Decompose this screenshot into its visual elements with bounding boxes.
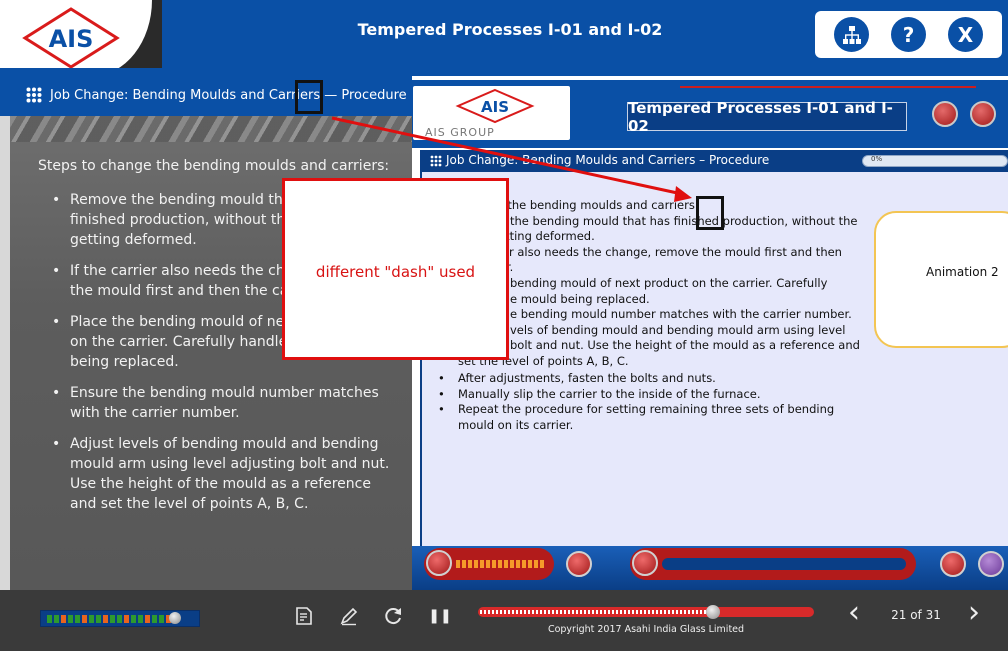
reference-list-item: After adjustments, fasten the bolts and … <box>438 371 868 387</box>
reference-seek-track <box>662 558 906 570</box>
reference-volume-pill <box>424 548 554 580</box>
next-button[interactable]: › <box>962 595 986 630</box>
left-edge <box>0 116 10 590</box>
step-line: Ensure the bending mould number matches <box>70 385 379 401</box>
reference-chat-icon <box>566 551 592 577</box>
close-icon: X <box>957 22 974 47</box>
volume-leds <box>47 615 171 623</box>
sitemap-icon <box>842 25 861 44</box>
screen: AIS Tempered Processes I-01 and I-02 ? X <box>0 0 1008 651</box>
step-line: Use the height of the mould as a referen… <box>70 476 371 492</box>
slide-heading-bar: Job Change: Bending Moulds and Carriers … <box>0 76 412 116</box>
callout-box: different "dash" used <box>282 178 509 360</box>
slide-heading: Job Change: Bending Moulds and Carriers … <box>50 88 407 103</box>
edit-button[interactable] <box>337 604 361 628</box>
reference-progress-label: 0% <box>871 155 883 163</box>
reference-edit-icon <box>932 101 958 127</box>
seek-played <box>480 610 713 614</box>
app-title: Tempered Processes I-01 and I-02 <box>357 20 663 39</box>
logo-panel: AIS <box>0 0 152 76</box>
reference-list-item: Repeat the procedure for setting remaini… <box>438 402 868 433</box>
grid-menu-icon[interactable] <box>26 87 42 103</box>
reference-list: After adjustments, fasten the bolts and … <box>438 371 868 433</box>
volume-slider[interactable] <box>40 610 200 627</box>
copyright-text: Copyright 2017 Asahi India Glass Limited <box>547 624 745 635</box>
reference-prev-icon <box>978 551 1004 577</box>
step-line: and set the level of points A, B, C. <box>70 496 309 512</box>
dash-marker-right <box>696 196 724 230</box>
step-line: Adjust levels of bending mould and bendi… <box>70 436 379 452</box>
pause-button[interactable]: ❚❚ <box>428 604 452 628</box>
pause-icon: ❚❚ <box>428 608 452 624</box>
reference-progress: 0% <box>862 155 1008 167</box>
step-line: mould arm using level adjusting bolt and… <box>70 456 390 472</box>
replay-button[interactable] <box>381 604 405 628</box>
seek-knob[interactable] <box>706 605 720 619</box>
page-counter: 21 of 31 <box>891 608 941 622</box>
reference-divider <box>680 86 976 88</box>
replay-icon <box>385 608 401 625</box>
callout-text: different "dash" used <box>315 263 476 281</box>
step-item: Adjust levels of bending mould and bendi… <box>52 434 392 514</box>
notes-icon <box>296 607 312 625</box>
animation-box[interactable]: Animation 2 <box>874 211 1008 348</box>
ais-logo: AIS <box>22 7 120 69</box>
reference-volume-leds <box>456 560 546 568</box>
logo-text: AIS <box>49 25 94 53</box>
step-line: with the carrier number. <box>70 405 240 421</box>
animation-label: Animation 2 <box>926 265 999 279</box>
reference-list-item: Manually slip the carrier to the inside … <box>438 387 868 403</box>
sitemap-button[interactable] <box>834 17 869 52</box>
step-item: Ensure the bending mould number matches … <box>52 383 392 423</box>
volume-knob[interactable] <box>169 612 181 624</box>
pencil-icon <box>340 607 358 626</box>
reference-pause-icon <box>632 550 658 576</box>
subheader-band <box>0 68 1008 76</box>
chevron-left-icon: ‹ <box>848 594 860 630</box>
reference-sitemap-icon <box>970 101 996 127</box>
reference-sound-icon <box>426 550 452 576</box>
reference-seek-pill <box>630 548 916 580</box>
prev-button[interactable]: ‹ <box>842 595 866 630</box>
help-icon: ? <box>902 22 915 47</box>
reference-replay-icon <box>940 551 966 577</box>
seek-bar[interactable] <box>478 605 814 619</box>
top-actions: ? X <box>815 11 1002 58</box>
close-button[interactable]: X <box>948 17 983 52</box>
logo-container: AIS <box>0 0 162 78</box>
chevron-right-icon: › <box>968 594 980 630</box>
help-button[interactable]: ? <box>891 17 926 52</box>
dash-marker-left <box>295 80 323 114</box>
notes-button[interactable] <box>292 604 316 628</box>
